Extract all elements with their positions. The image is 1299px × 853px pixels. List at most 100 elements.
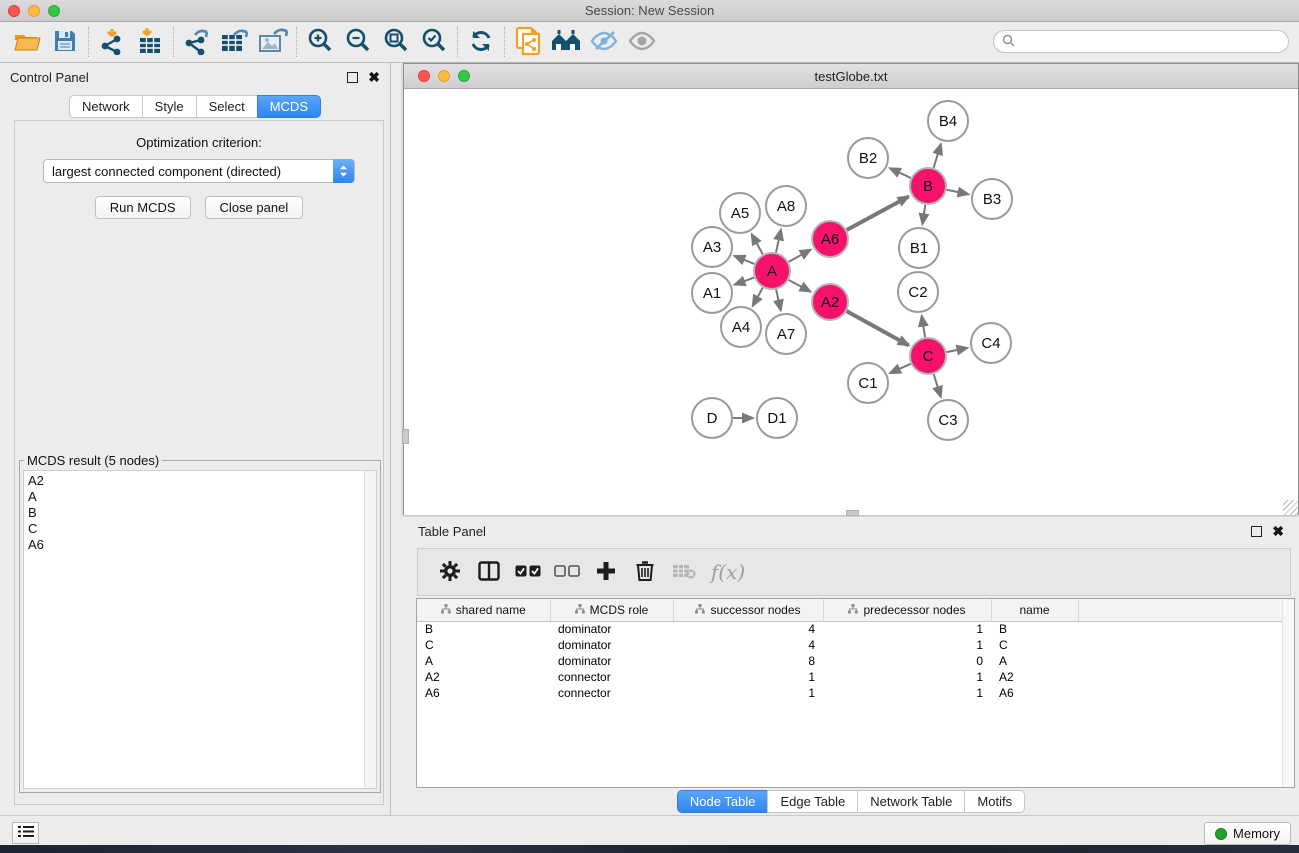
table-cell[interactable]: 1 bbox=[823, 669, 991, 685]
table-cell[interactable]: A2 bbox=[417, 669, 550, 685]
node-B2[interactable]: B2 bbox=[848, 138, 888, 178]
tab-motifs[interactable]: Motifs bbox=[964, 790, 1025, 813]
function-builder-button[interactable]: f(x) bbox=[705, 554, 751, 590]
node-C3[interactable]: C3 bbox=[928, 400, 968, 440]
edge-B-B3[interactable] bbox=[947, 190, 969, 194]
node-B4[interactable]: B4 bbox=[928, 101, 968, 141]
close-panel-button[interactable]: Close panel bbox=[205, 196, 304, 219]
close-panel-icon[interactable]: ✖ bbox=[368, 72, 380, 83]
node-C1[interactable]: C1 bbox=[848, 363, 888, 403]
table-row[interactable]: Cdominator41C bbox=[417, 637, 1294, 653]
node-A7[interactable]: A7 bbox=[766, 314, 806, 354]
table-cell[interactable]: dominator bbox=[550, 621, 673, 637]
mcds-result-item[interactable]: A bbox=[28, 489, 376, 505]
mcds-result-item[interactable]: B bbox=[28, 505, 376, 521]
edge-A-A1[interactable] bbox=[735, 278, 755, 285]
zoom-in-button[interactable] bbox=[301, 25, 339, 59]
table-cell[interactable]: 8 bbox=[673, 653, 823, 669]
mcds-result-item[interactable]: C bbox=[28, 521, 376, 537]
edge-A-A5[interactable] bbox=[752, 234, 763, 254]
export-image-button[interactable] bbox=[254, 25, 292, 59]
edge-A6-B[interactable] bbox=[847, 196, 909, 229]
float-panel-icon[interactable] bbox=[347, 72, 358, 83]
search-box[interactable] bbox=[993, 30, 1289, 53]
minimize-window-button[interactable] bbox=[28, 5, 40, 17]
export-table-button[interactable] bbox=[216, 25, 254, 59]
table-cell[interactable]: 1 bbox=[823, 637, 991, 653]
memory-button[interactable]: Memory bbox=[1204, 822, 1291, 845]
home-button[interactable] bbox=[547, 25, 585, 59]
task-history-button[interactable] bbox=[12, 822, 39, 844]
export-network-button[interactable] bbox=[178, 25, 216, 59]
clone-network-button[interactable] bbox=[509, 25, 547, 59]
network-window-titlebar[interactable]: testGlobe.txt bbox=[404, 64, 1298, 89]
dropdown-stepper[interactable] bbox=[333, 159, 354, 183]
table-settings-button[interactable] bbox=[432, 554, 468, 590]
table-cell[interactable]: 1 bbox=[823, 685, 991, 701]
column-header-predecessor-nodes[interactable]: predecessor nodes bbox=[823, 599, 991, 621]
node-A8[interactable]: A8 bbox=[766, 186, 806, 226]
network-graph[interactable]: B4B2BB3A5A8A6A3B1AA1C2A2A4A7C4CC1C3DD1 bbox=[404, 89, 1298, 515]
column-header-successor-nodes[interactable]: successor nodes bbox=[673, 599, 823, 621]
show-all-button[interactable] bbox=[623, 25, 661, 59]
minimize-network-button[interactable] bbox=[438, 70, 450, 82]
table-cell[interactable]: 1 bbox=[673, 669, 823, 685]
edge-A2-C[interactable] bbox=[847, 311, 909, 345]
edge-B-B4[interactable] bbox=[934, 144, 941, 168]
tab-mcds[interactable]: MCDS bbox=[257, 95, 321, 118]
column-header-shared-name[interactable]: shared name bbox=[417, 599, 550, 621]
tab-select[interactable]: Select bbox=[196, 95, 257, 118]
mcds-result-item[interactable]: A6 bbox=[28, 537, 376, 553]
edge-C-C3[interactable] bbox=[934, 374, 941, 397]
table-row[interactable]: Bdominator41B bbox=[417, 621, 1294, 637]
zoom-fit-button[interactable] bbox=[377, 25, 415, 59]
column-header-MCDS-role[interactable]: MCDS role bbox=[550, 599, 673, 621]
node-D1[interactable]: D1 bbox=[757, 398, 797, 438]
table-cell[interactable]: C bbox=[417, 637, 550, 653]
edge-A-A4[interactable] bbox=[753, 288, 763, 306]
toggle-columns-button[interactable] bbox=[471, 554, 507, 590]
refresh-view-button[interactable] bbox=[462, 25, 500, 59]
zoom-out-button[interactable] bbox=[339, 25, 377, 59]
tab-network-table[interactable]: Network Table bbox=[857, 790, 964, 813]
edge-B-B1[interactable] bbox=[922, 205, 925, 224]
node-A6[interactable]: A6 bbox=[812, 221, 848, 257]
delete-column-button[interactable] bbox=[627, 554, 663, 590]
table-row[interactable]: Adominator80A bbox=[417, 653, 1294, 669]
tab-style[interactable]: Style bbox=[142, 95, 196, 118]
open-session-button[interactable] bbox=[8, 25, 46, 59]
hide-selected-button[interactable] bbox=[585, 25, 623, 59]
import-network-button[interactable] bbox=[93, 25, 131, 59]
table-cell[interactable]: connector bbox=[550, 669, 673, 685]
result-scrollbar[interactable] bbox=[364, 471, 376, 788]
zoom-selected-button[interactable] bbox=[415, 25, 453, 59]
node-D[interactable]: D bbox=[692, 398, 732, 438]
table-cell[interactable]: dominator bbox=[550, 653, 673, 669]
save-session-button[interactable] bbox=[46, 25, 84, 59]
deselect-all-columns-button[interactable] bbox=[549, 554, 585, 590]
node-B[interactable]: B bbox=[910, 168, 946, 204]
table-cell[interactable]: dominator bbox=[550, 637, 673, 653]
mcds-result-item[interactable]: A2 bbox=[28, 473, 376, 489]
create-column-button[interactable] bbox=[588, 554, 624, 590]
edge-A-A7[interactable] bbox=[776, 290, 781, 311]
table-cell[interactable]: connector bbox=[550, 685, 673, 701]
node-A2[interactable]: A2 bbox=[812, 284, 848, 320]
horizontal-scroll-thumb[interactable] bbox=[846, 510, 859, 516]
table-header-row[interactable]: shared nameMCDS rolesuccessor nodesprede… bbox=[417, 599, 1294, 621]
edge-C-C4[interactable] bbox=[947, 348, 968, 352]
edge-A-A6[interactable] bbox=[789, 250, 811, 262]
edge-A-A3[interactable] bbox=[734, 256, 754, 264]
edge-C-C1[interactable] bbox=[890, 364, 911, 373]
node-A1[interactable]: A1 bbox=[692, 273, 732, 313]
network-canvas[interactable]: B4B2BB3A5A8A6A3B1AA1C2A2A4A7C4CC1C3DD1 bbox=[404, 89, 1298, 515]
vertical-scroll-thumb[interactable] bbox=[402, 429, 409, 444]
tab-network[interactable]: Network bbox=[69, 95, 142, 118]
table-row[interactable]: A6connector11A6 bbox=[417, 685, 1294, 701]
table-cell[interactable]: A6 bbox=[417, 685, 550, 701]
resize-grip[interactable] bbox=[1283, 500, 1298, 515]
run-mcds-button[interactable]: Run MCDS bbox=[95, 196, 191, 219]
node-A4[interactable]: A4 bbox=[721, 307, 761, 347]
node-C[interactable]: C bbox=[910, 338, 946, 374]
close-table-panel-icon[interactable]: ✖ bbox=[1272, 526, 1284, 537]
